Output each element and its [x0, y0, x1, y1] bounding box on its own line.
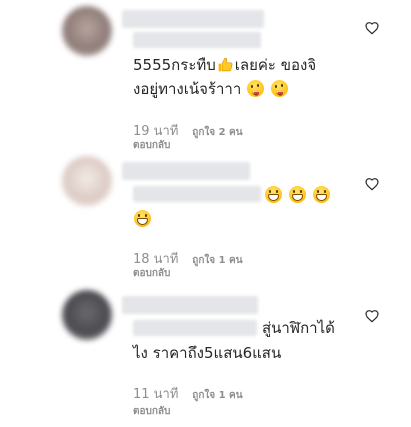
mention-blurred[interactable]: [133, 32, 261, 48]
comment-3: สู่นาฬิกาได้ ไง ราคาถึง5แสน6แสน 11 นาที …: [0, 284, 411, 427]
comment-text-line-1: สู่นาฬิกาได้: [262, 319, 335, 337]
timestamp: 19 นาที: [133, 124, 179, 139]
heart-outline-icon[interactable]: [364, 308, 380, 324]
winking-face-with-tongue-icon: [270, 80, 288, 97]
avatar[interactable]: [62, 156, 112, 206]
comment-text-line-1: 5555กระทืบ เลยค่ะ ของจิ: [133, 56, 317, 74]
grinning-face-icon: [265, 186, 282, 203]
grinning-face-icon: [134, 210, 151, 227]
timestamp: 11 นาที: [133, 387, 179, 402]
timestamp: 18 นาที: [133, 252, 179, 267]
like-count[interactable]: ถูกใจ 2 คน: [192, 127, 242, 138]
comment-text-line-2: [133, 210, 152, 229]
reply-button[interactable]: ตอบกลับ: [133, 266, 170, 281]
comment-2: 18 นาที ถูกใจ 1 คน ตอบกลับ: [0, 150, 411, 290]
like-count[interactable]: ถูกใจ 1 คน: [192, 390, 242, 401]
comment-text-line-1: [264, 186, 331, 205]
avatar[interactable]: [62, 6, 112, 56]
winking-face-with-tongue-icon: [247, 80, 265, 97]
grinning-face-icon: [288, 186, 306, 203]
thumbs-up-icon: [218, 57, 233, 72]
comment-text-line-2: งอยู่ทางเน้จร้าาา: [133, 80, 289, 99]
username-blurred[interactable]: [122, 10, 264, 28]
comment-1: 5555กระทืบ เลยค่ะ ของจิ งอยู่ทางเน้จร้าาา…: [0, 0, 411, 151]
mention-blurred[interactable]: [133, 186, 261, 202]
mention-blurred[interactable]: [133, 320, 257, 336]
avatar[interactable]: [62, 290, 112, 340]
username-blurred[interactable]: [122, 296, 258, 314]
comment-text-line-2: ไง ราคาถึง5แสน6แสน: [133, 344, 282, 362]
username-blurred[interactable]: [122, 162, 250, 180]
reply-button[interactable]: ตอบกลับ: [133, 404, 170, 419]
grinning-face-icon: [312, 186, 330, 203]
comment-meta: 11 นาที ถูกใจ 1 คน: [133, 383, 243, 404]
heart-outline-icon[interactable]: [364, 20, 380, 36]
heart-outline-icon[interactable]: [364, 176, 380, 192]
like-count[interactable]: ถูกใจ 1 คน: [192, 255, 242, 266]
